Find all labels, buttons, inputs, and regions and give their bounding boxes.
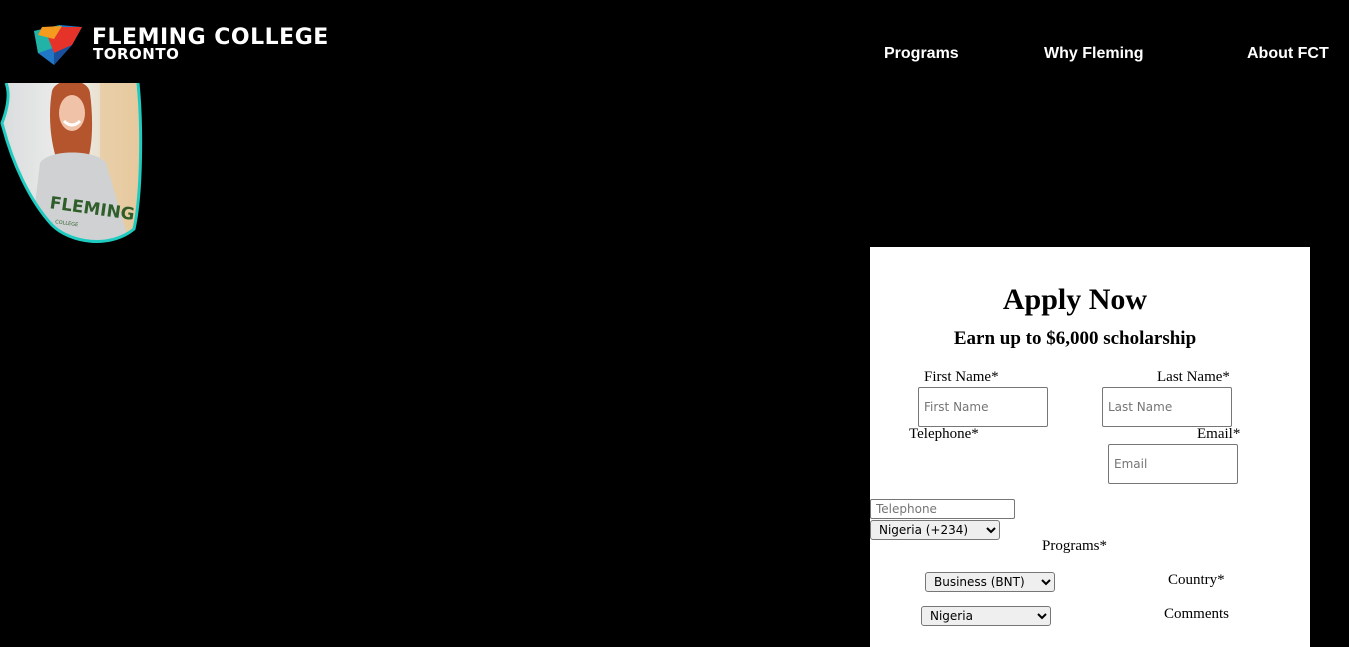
nav-about-fct[interactable]: About FCT bbox=[1247, 45, 1329, 63]
country-select[interactable]: Nigeria bbox=[921, 606, 1051, 626]
apply-title: Apply Now bbox=[1002, 283, 1148, 316]
programs-label: Programs* bbox=[1042, 538, 1107, 554]
fleming-college-logo[interactable]: FLEMING COLLEGE TORONTO bbox=[32, 23, 352, 67]
fleming-shield-icon bbox=[34, 25, 82, 65]
country-label: Country* bbox=[1168, 572, 1225, 588]
email-label: Email* bbox=[1197, 426, 1241, 442]
programs-select[interactable]: Business (BNT) bbox=[925, 572, 1055, 592]
email-input[interactable] bbox=[1108, 444, 1238, 484]
country-code-select[interactable]: Nigeria (+234) bbox=[870, 520, 1000, 540]
apply-form-card: Apply Now Earn up to $6,000 scholarship … bbox=[870, 247, 1310, 647]
last-name-input[interactable] bbox=[1102, 387, 1232, 427]
logo-subtitle: TORONTO bbox=[93, 45, 180, 63]
nav-why-fleming[interactable]: Why Fleming bbox=[1044, 45, 1144, 63]
first-name-label: First Name* bbox=[924, 369, 999, 385]
telephone-input[interactable] bbox=[870, 499, 1015, 519]
last-name-label: Last Name* bbox=[1157, 369, 1230, 385]
first-name-input[interactable] bbox=[918, 387, 1048, 427]
telephone-label: Telephone* bbox=[909, 426, 979, 442]
scholarship-subtitle: Earn up to $6,000 scholarship bbox=[953, 328, 1197, 349]
hero-student-photo: FLEMING COLLEGE bbox=[0, 82, 145, 245]
nav-programs[interactable]: Programs bbox=[884, 45, 959, 63]
